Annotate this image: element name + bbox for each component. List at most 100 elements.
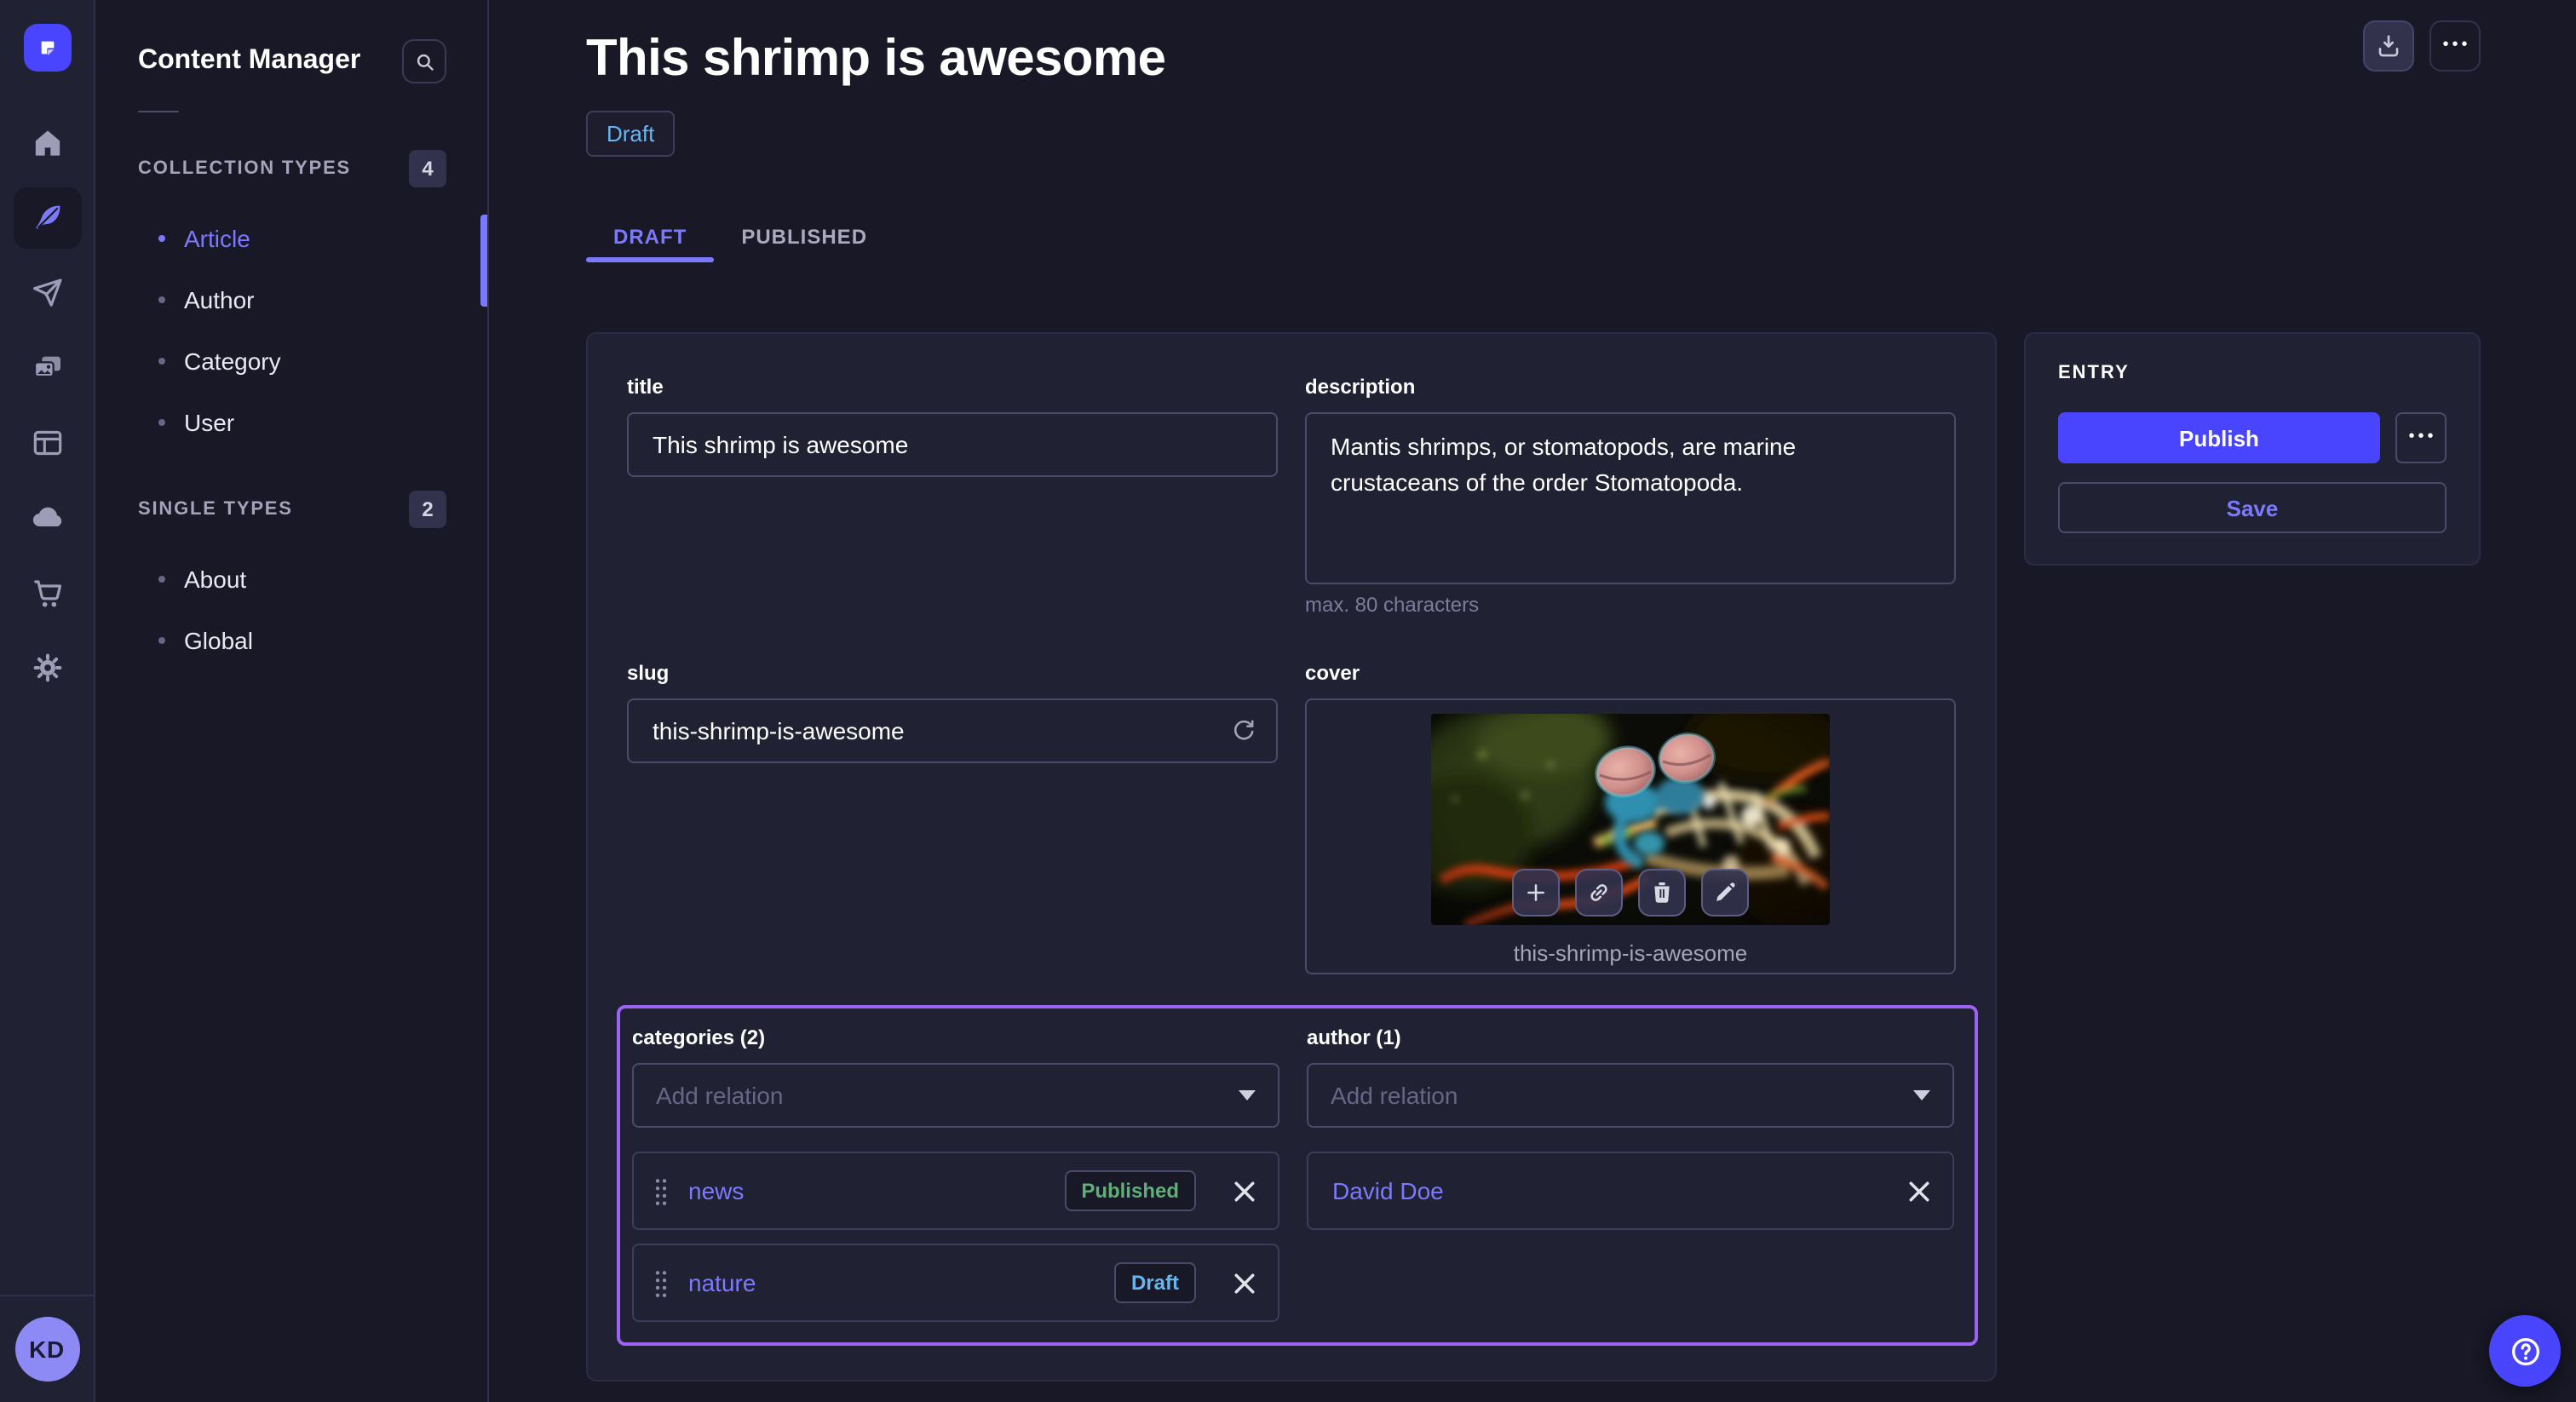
cover-caption: this-shrimp-is-awesome — [1514, 940, 1748, 966]
page-title: This shrimp is awesome — [586, 29, 2481, 90]
entry-panel: ENTRY Publish ••• Save — [2024, 332, 2481, 566]
description-field-label: description — [1305, 375, 1956, 400]
relation-status-badge: Published — [1064, 1170, 1196, 1211]
cover-copy-link-button[interactable] — [1575, 869, 1623, 916]
relation-status-badge: Draft — [1114, 1262, 1196, 1303]
relations-highlight-box: categories (2) Add relation news Publish… — [617, 1005, 1978, 1346]
plus-icon — [1522, 879, 1550, 906]
section-label: SINGLE TYPES — [138, 499, 293, 520]
cover-actions — [1512, 869, 1749, 916]
publish-button[interactable]: Publish — [2058, 412, 2380, 463]
drag-handle-icon[interactable] — [654, 1268, 668, 1297]
main-nav-items — [13, 112, 81, 698]
subnav-item-article[interactable]: Article — [95, 208, 487, 269]
chevron-down-icon — [1913, 1090, 1930, 1100]
cart-icon — [30, 576, 64, 610]
subnav-item-author[interactable]: Author — [95, 269, 487, 330]
subnav-item-about[interactable]: About — [95, 549, 487, 610]
main-nav-rail: KD — [0, 0, 95, 1402]
cover-image — [1431, 714, 1830, 925]
nav-settings-button[interactable] — [13, 637, 81, 698]
nav-content-manager-button[interactable] — [13, 187, 81, 249]
strapi-logo[interactable] — [23, 24, 71, 72]
relation-row-nature: nature Draft — [632, 1244, 1279, 1322]
subnav-title: Content Manager — [138, 41, 360, 82]
subnav-item-user[interactable]: User — [95, 392, 487, 453]
tab-published[interactable]: PUBLISHED — [714, 210, 894, 262]
remove-relation-button[interactable] — [1233, 1180, 1256, 1202]
slug-field-label: slug — [627, 661, 1278, 687]
bullet-icon — [158, 576, 165, 583]
subnav-divider — [138, 111, 179, 112]
nav-content-type-builder-button[interactable] — [13, 412, 81, 474]
bullet-icon — [158, 296, 165, 303]
close-icon — [1233, 1180, 1256, 1202]
subnav-scrollbar-thumb[interactable] — [480, 215, 487, 307]
bullet-icon — [158, 419, 165, 426]
entry-panel-label: ENTRY — [2058, 363, 2447, 383]
page-more-button[interactable]: ••• — [2429, 20, 2481, 72]
status-badge: Draft — [586, 111, 675, 157]
chevron-down-icon — [1239, 1090, 1256, 1100]
subnav-item-category[interactable]: Category — [95, 330, 487, 392]
single-types-count-badge: 2 — [409, 491, 446, 528]
single-types-section: SINGLE TYPES 2 About Global — [95, 491, 487, 671]
remove-relation-button[interactable] — [1233, 1272, 1256, 1294]
rail-footer: KD — [0, 1295, 94, 1402]
close-icon — [1908, 1180, 1930, 1202]
search-button[interactable] — [402, 39, 446, 83]
nav-marketplace-button[interactable] — [13, 562, 81, 623]
home-icon — [30, 126, 64, 160]
strapi-logo-icon — [33, 34, 60, 61]
relation-link[interactable]: David Doe — [1332, 1177, 1871, 1204]
save-button[interactable]: Save — [2058, 482, 2447, 533]
main-content: ••• This shrimp is awesome Draft DRAFT P… — [489, 0, 2576, 1402]
app-window: KD Content Manager COLLECTION TYPES 4 Ar… — [0, 0, 2576, 1402]
cloud-icon — [30, 501, 64, 535]
edit-form-card: title description Mantis shrimps, or sto… — [586, 332, 1997, 1382]
nav-media-library-button[interactable] — [13, 337, 81, 399]
title-field: title — [627, 375, 1278, 617]
cover-delete-button[interactable] — [1638, 869, 1686, 916]
entry-more-button[interactable]: ••• — [2395, 412, 2447, 463]
author-field: author (1) Add relation David Doe — [1307, 1026, 1954, 1322]
slug-input[interactable] — [627, 698, 1278, 763]
relation-row-news: news Published — [632, 1152, 1279, 1230]
nav-deploy-button[interactable] — [13, 487, 81, 549]
search-icon — [413, 50, 435, 72]
cover-add-button[interactable] — [1512, 869, 1560, 916]
ellipsis-icon: ••• — [2405, 429, 2436, 446]
download-button[interactable] — [2363, 20, 2414, 72]
title-field-label: title — [627, 375, 1278, 400]
cover-field: cover — [1305, 661, 1956, 974]
description-field: description Mantis shrimps, or stomatopo… — [1305, 375, 1956, 617]
gear-icon — [30, 651, 64, 685]
categories-field: categories (2) Add relation news Publish… — [632, 1026, 1279, 1322]
description-textarea[interactable]: Mantis shrimps, or stomatopods, are mari… — [1305, 412, 1956, 584]
subnav-panel: Content Manager COLLECTION TYPES 4 Artic… — [95, 0, 489, 1402]
cover-edit-button[interactable] — [1701, 869, 1749, 916]
title-input[interactable] — [627, 412, 1278, 477]
regenerate-slug-button[interactable] — [1227, 715, 1257, 746]
nav-releases-button[interactable] — [13, 262, 81, 324]
categories-add-relation-select[interactable]: Add relation — [632, 1063, 1279, 1128]
collection-types-section: COLLECTION TYPES 4 Article Author Catego… — [95, 150, 487, 453]
cover-box: this-shrimp-is-awesome — [1305, 698, 1956, 974]
drag-handle-icon[interactable] — [654, 1176, 668, 1205]
relation-link[interactable]: nature — [688, 1269, 1097, 1296]
author-add-relation-select[interactable]: Add relation — [1307, 1063, 1954, 1128]
user-avatar[interactable]: KD — [14, 1317, 79, 1382]
bullet-icon — [158, 358, 165, 365]
relation-link[interactable]: news — [688, 1177, 1047, 1204]
nav-home-button[interactable] — [13, 112, 81, 174]
refresh-icon — [1228, 716, 1256, 745]
subnav-item-global[interactable]: Global — [95, 610, 487, 671]
tab-draft[interactable]: DRAFT — [586, 210, 714, 262]
slug-field: slug — [627, 661, 1278, 974]
remove-relation-button[interactable] — [1908, 1180, 1930, 1202]
paper-plane-icon — [30, 276, 64, 310]
description-hint: max. 80 characters — [1305, 593, 1956, 617]
download-icon — [2375, 32, 2402, 60]
images-icon — [30, 351, 64, 385]
help-button[interactable] — [2489, 1315, 2561, 1387]
